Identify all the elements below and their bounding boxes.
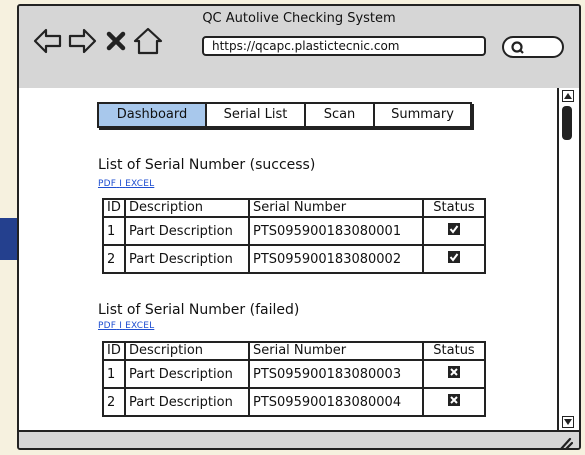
table-header-row: ID Description Serial Number Status bbox=[102, 341, 486, 361]
tab-summary[interactable]: Summary bbox=[373, 102, 472, 128]
table-row[interactable]: 1 Part Description PTS095900183080001 bbox=[102, 216, 486, 246]
table-row[interactable]: 2 Part Description PTS095900183080004 bbox=[102, 387, 486, 417]
scroll-up-icon[interactable] bbox=[562, 90, 574, 102]
home-icon[interactable] bbox=[133, 26, 163, 56]
table-row[interactable]: 1 Part Description PTS095900183080003 bbox=[102, 359, 486, 389]
back-arrow-icon[interactable] bbox=[33, 26, 63, 56]
vertical-scrollbar[interactable] bbox=[557, 88, 579, 430]
row-status bbox=[422, 244, 486, 274]
checkbox-checked-icon[interactable] bbox=[447, 222, 461, 236]
link-separator: I bbox=[119, 179, 123, 189]
row-status bbox=[422, 387, 486, 417]
row-serial: PTS095900183080001 bbox=[248, 216, 424, 246]
browser-toolbar: QC Autolive Checking System https://qcap… bbox=[19, 6, 579, 90]
row-description: Part Description bbox=[124, 359, 250, 389]
close-icon[interactable] bbox=[101, 26, 131, 56]
checkbox-crossed-icon[interactable] bbox=[447, 365, 461, 379]
col-status: Status bbox=[422, 198, 486, 218]
link-separator: I bbox=[119, 321, 123, 331]
row-description: Part Description bbox=[124, 387, 250, 417]
tab-dashboard[interactable]: Dashboard bbox=[97, 102, 207, 128]
col-description: Description bbox=[124, 341, 250, 361]
search-box[interactable] bbox=[502, 36, 564, 58]
row-status bbox=[422, 216, 486, 246]
success-heading: List of Serial Number (success) bbox=[98, 157, 316, 173]
col-serial-number: Serial Number bbox=[248, 341, 424, 361]
checkbox-crossed-icon[interactable] bbox=[447, 393, 461, 407]
excel-link[interactable]: EXCEL bbox=[125, 179, 154, 189]
row-serial: PTS095900183080004 bbox=[248, 387, 424, 417]
tab-bar: Dashboard Serial List Scan Summary bbox=[97, 102, 472, 128]
failed-table: ID Description Serial Number Status 1 Pa… bbox=[102, 341, 486, 417]
col-id: ID bbox=[102, 341, 126, 361]
failed-heading: List of Serial Number (failed) bbox=[98, 302, 300, 318]
table-header-row: ID Description Serial Number Status bbox=[102, 198, 486, 218]
failed-export-links: PDF I EXCEL bbox=[98, 321, 154, 331]
scroll-down-icon[interactable] bbox=[562, 416, 574, 428]
search-icon bbox=[511, 41, 524, 54]
excel-link[interactable]: EXCEL bbox=[125, 321, 154, 331]
row-description: Part Description bbox=[124, 216, 250, 246]
resize-grip-icon[interactable] bbox=[557, 436, 573, 450]
tab-serial-list[interactable]: Serial List bbox=[205, 102, 306, 128]
row-id: 1 bbox=[102, 359, 126, 389]
status-bar bbox=[19, 430, 579, 450]
success-table: ID Description Serial Number Status 1 Pa… bbox=[102, 198, 486, 274]
row-id: 2 bbox=[102, 387, 126, 417]
col-description: Description bbox=[124, 198, 250, 218]
row-serial: PTS095900183080003 bbox=[248, 359, 424, 389]
tab-scan[interactable]: Scan bbox=[304, 102, 375, 128]
row-description: Part Description bbox=[124, 244, 250, 274]
row-id: 2 bbox=[102, 244, 126, 274]
row-status bbox=[422, 359, 486, 389]
col-status: Status bbox=[422, 341, 486, 361]
col-serial-number: Serial Number bbox=[248, 198, 424, 218]
page-content: Dashboard Serial List Scan Summary List … bbox=[19, 88, 559, 430]
checkbox-checked-icon[interactable] bbox=[447, 250, 461, 264]
table-row[interactable]: 2 Part Description PTS095900183080002 bbox=[102, 244, 486, 274]
forward-arrow-icon[interactable] bbox=[67, 26, 97, 56]
pdf-link[interactable]: PDF bbox=[98, 321, 116, 331]
row-id: 1 bbox=[102, 216, 126, 246]
browser-window: QC Autolive Checking System https://qcap… bbox=[17, 4, 581, 450]
scrollbar-thumb[interactable] bbox=[562, 106, 572, 140]
success-export-links: PDF I EXCEL bbox=[98, 179, 154, 189]
window-title: QC Autolive Checking System bbox=[202, 11, 396, 26]
row-serial: PTS095900183080002 bbox=[248, 244, 424, 274]
col-id: ID bbox=[102, 198, 126, 218]
pdf-link[interactable]: PDF bbox=[98, 179, 116, 189]
address-bar[interactable]: https://qcapc.plastictecnic.com bbox=[202, 36, 486, 56]
